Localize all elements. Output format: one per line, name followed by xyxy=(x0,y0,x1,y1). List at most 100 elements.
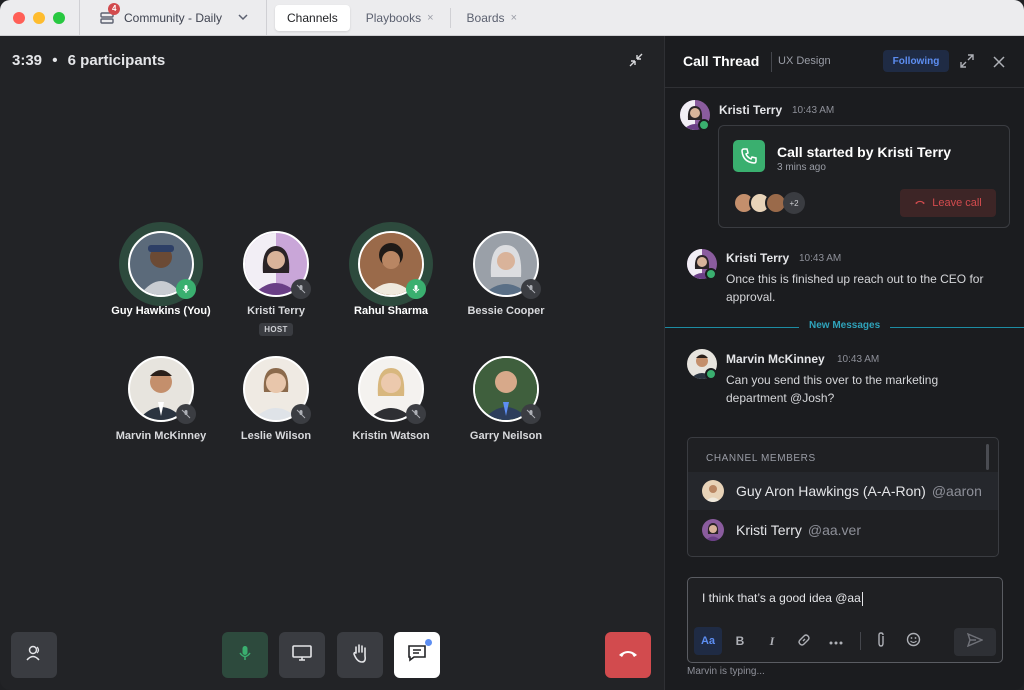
composer-input[interactable]: I think that’s a good idea @aa xyxy=(702,591,863,606)
participants-count: 6 participants xyxy=(67,52,166,69)
expand-icon[interactable] xyxy=(960,54,974,73)
participant-avatar-stack: +2 xyxy=(733,192,805,214)
bold-button[interactable]: B xyxy=(726,627,754,655)
microphone-muted-icon xyxy=(291,404,311,424)
thread-title: Call Thread xyxy=(683,53,760,69)
participant-tile[interactable]: Bessie Cooper xyxy=(448,231,564,317)
call-card-title: Call started by Kristi Terry xyxy=(777,144,952,160)
participant-name: Kristin Watson xyxy=(352,430,430,442)
microphone-muted-icon xyxy=(521,404,541,424)
suggestion-item[interactable]: Kristi Terry @aa.ver xyxy=(688,511,998,549)
send-icon xyxy=(966,632,984,652)
microphone-muted-icon xyxy=(521,279,541,299)
chat-button[interactable] xyxy=(394,632,440,678)
participant-tile[interactable]: Marvin McKinney xyxy=(103,356,219,442)
call-duration: 3:39 xyxy=(12,52,43,69)
app-window: 4 Community - Daily Channels Playbooks ×… xyxy=(0,0,1024,690)
microphone-icon xyxy=(176,279,196,299)
close-icon[interactable] xyxy=(993,55,1005,73)
microphone-icon xyxy=(236,644,254,667)
raise-hand-button[interactable] xyxy=(337,632,383,678)
message-author[interactable]: Marvin McKinney xyxy=(726,352,825,366)
participant-name: Rahul Sharma xyxy=(354,305,428,317)
divider xyxy=(266,0,268,36)
link-icon xyxy=(797,633,811,650)
participant-name: Marvin McKinney xyxy=(115,430,207,442)
channel-name[interactable]: UX Design xyxy=(778,55,831,67)
divider xyxy=(771,52,772,72)
participant-tile[interactable]: Garry Neilson xyxy=(448,356,564,442)
window-controls xyxy=(13,11,65,24)
app-tabs: Channels Playbooks × Boards × xyxy=(275,4,529,31)
tab-label: Boards xyxy=(466,10,505,25)
participant-tile[interactable]: Kristin Watson xyxy=(333,356,449,442)
close-window-button[interactable] xyxy=(13,11,25,24)
message-text: Can you send this over to the marketing … xyxy=(726,373,939,405)
new-messages-divider: New Messages xyxy=(665,320,1024,331)
participant-tile[interactable]: Kristi Terry HOST xyxy=(218,231,334,337)
call-view: 3:39 • 6 participants Guy Hawkins (You) xyxy=(0,36,664,690)
composer-text: I think that’s a good idea @aa xyxy=(702,591,861,605)
link-button[interactable] xyxy=(790,627,818,655)
hand-icon xyxy=(351,643,369,668)
tab-boards[interactable]: Boards × xyxy=(455,5,529,31)
workspace-switcher[interactable]: 4 Community - Daily xyxy=(90,0,258,36)
message-author[interactable]: Kristi Terry xyxy=(726,251,789,265)
server-icon: 4 xyxy=(100,2,121,26)
microphone-muted-icon xyxy=(406,404,426,424)
typing-indicator: Marvin is typing... xyxy=(687,666,765,677)
participants-button[interactable] xyxy=(11,632,57,678)
suggestions-header: CHANNEL MEMBERS xyxy=(706,453,816,464)
mention-suggestions: CHANNEL MEMBERS Guy Aron Hawkings (A-A-R… xyxy=(687,437,999,557)
message-text: Once this is finished up reach out to th… xyxy=(726,272,984,304)
leave-call-button[interactable]: Leave call xyxy=(900,189,996,217)
smiley-icon xyxy=(906,632,921,650)
format-toggle-button[interactable]: Aa xyxy=(694,627,722,655)
notification-badge: 4 xyxy=(108,2,121,15)
avatar-wrapper xyxy=(243,231,311,299)
mute-button[interactable] xyxy=(222,632,268,678)
close-icon[interactable]: × xyxy=(511,12,517,24)
suggestion-name: Guy Aron Hawkings (A-A-Ron) xyxy=(736,483,926,499)
avatar-wrapper xyxy=(128,356,196,424)
more-formatting-button[interactable] xyxy=(822,627,850,655)
tab-label: Playbooks xyxy=(365,10,422,25)
share-screen-button[interactable] xyxy=(279,632,325,678)
leave-call-label: Leave call xyxy=(932,197,982,209)
speaking-ring xyxy=(119,222,203,306)
call-status: 3:39 • 6 participants xyxy=(12,52,165,69)
collapse-icon[interactable] xyxy=(628,52,644,68)
close-icon[interactable]: × xyxy=(427,12,433,24)
hangup-icon xyxy=(617,646,639,664)
speaking-ring xyxy=(349,222,433,306)
message-author[interactable]: Kristi Terry xyxy=(719,103,782,117)
participant-name: Kristi Terry xyxy=(247,305,305,317)
leave-call-button[interactable] xyxy=(605,632,651,678)
ellipsis-icon xyxy=(829,634,843,648)
participant-name: Guy Hawkins (You) xyxy=(111,305,211,317)
following-button[interactable]: Following xyxy=(883,50,949,72)
participant-name: Leslie Wilson xyxy=(240,430,312,442)
attach-button[interactable] xyxy=(867,627,895,655)
suggestion-item[interactable]: Guy Aron Hawkings (A-A-Ron) @aaron xyxy=(688,472,998,510)
tab-channels[interactable]: Channels xyxy=(275,4,350,31)
message-composer[interactable]: I think that’s a good idea @aa Aa B I xyxy=(687,577,1003,663)
host-badge: HOST xyxy=(259,323,293,336)
emoji-button[interactable] xyxy=(899,627,927,655)
participant-name: Garry Neilson xyxy=(469,430,543,442)
tab-playbooks[interactable]: Playbooks × xyxy=(354,5,446,31)
send-button[interactable] xyxy=(954,628,996,656)
call-card-subtitle: 3 mins ago xyxy=(777,162,826,173)
avatar-wrapper xyxy=(243,356,311,424)
participant-tile[interactable]: Rahul Sharma xyxy=(333,222,449,317)
call-card: Call started by Kristi Terry 3 mins ago … xyxy=(718,125,1010,228)
maximize-window-button[interactable] xyxy=(53,11,65,24)
participant-tile[interactable]: Leslie Wilson xyxy=(218,356,334,442)
unread-dot xyxy=(425,638,432,646)
minimize-window-button[interactable] xyxy=(33,11,45,24)
scrollbar[interactable] xyxy=(986,444,989,470)
italic-button[interactable]: I xyxy=(758,627,786,655)
online-status-icon xyxy=(705,368,717,380)
participant-tile[interactable]: Guy Hawkins (You) xyxy=(103,222,219,317)
formatting-toolbar: Aa B I xyxy=(694,626,996,656)
